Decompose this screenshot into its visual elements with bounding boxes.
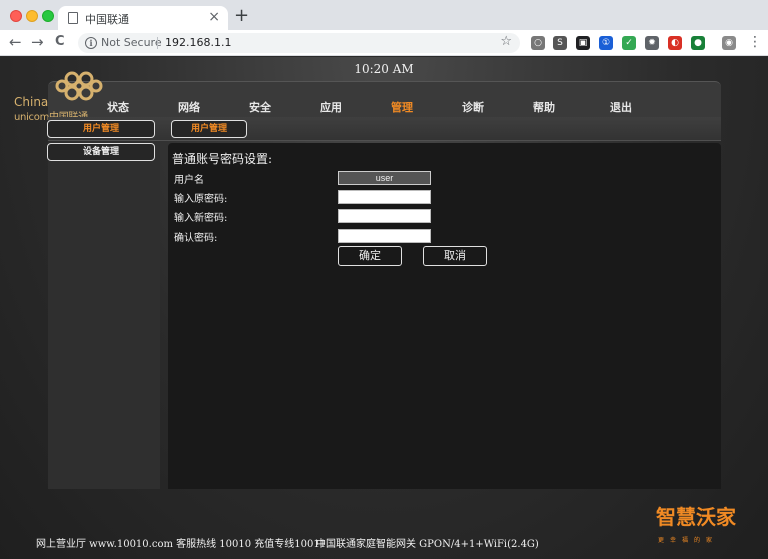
- username-label: 用户名: [174, 175, 204, 186]
- side-menu: [48, 141, 160, 489]
- footer-service-info: 网上营业厅 www.10010.com 客服热线 10010 充值专线10011: [36, 539, 327, 550]
- page-icon: [68, 12, 78, 24]
- extension-shield-icon[interactable]: ✓: [622, 36, 636, 50]
- extension-s-icon[interactable]: S: [553, 36, 567, 50]
- menu-item-logout[interactable]: 退出: [591, 99, 651, 115]
- menu-item-management[interactable]: 管理: [372, 99, 432, 115]
- sub-tab-user-management[interactable]: 用户管理: [171, 120, 247, 138]
- extension-green-icon[interactable]: ●: [691, 36, 705, 50]
- menu-item-diagnostics[interactable]: 诊断: [443, 99, 503, 115]
- browser-tab[interactable]: 中国联通 ×: [58, 6, 228, 30]
- browser-toolbar: ← → C i Not Secure 192.168.1.1 ☆ ○ S ▣ ① ✓ ✹ ◐…: [0, 30, 768, 56]
- old-password-label: 输入原密码:: [174, 194, 228, 205]
- browser-menu-icon[interactable]: ⋮: [748, 34, 762, 50]
- minimize-window-button[interactable]: [26, 10, 38, 22]
- menu-item-application[interactable]: 应用: [301, 99, 361, 115]
- new-password-label: 输入新密码:: [174, 213, 228, 224]
- divider: [157, 37, 158, 49]
- unicom-knot-icon: [55, 71, 103, 101]
- extension-red-icon[interactable]: ◐: [668, 36, 682, 50]
- router-page: 10:20 AM 状态网络安全应用管理诊断帮助退出 China unicom中国…: [0, 57, 768, 559]
- old-password-input[interactable]: [338, 190, 431, 204]
- info-icon[interactable]: i: [85, 37, 97, 49]
- clock: 10:20 AM: [354, 62, 414, 76]
- form-title: 普通账号密码设置:: [172, 152, 273, 166]
- menu-item-network[interactable]: 网络: [159, 99, 219, 115]
- ok-button[interactable]: 确定: [338, 246, 402, 266]
- back-button[interactable]: ←: [9, 33, 22, 51]
- footer-device-info: 中国联通家庭智能网关 GPON/4+1+WiFi(2.4G): [316, 539, 539, 550]
- confirm-password-input[interactable]: [338, 229, 431, 243]
- content-panel: 普通账号密码设置: 用户名 user 输入原密码: 输入新密码: 确认密码: 确…: [168, 143, 721, 489]
- new-password-input[interactable]: [338, 209, 431, 223]
- side-item-device-management[interactable]: 设备管理: [47, 143, 155, 161]
- confirm-password-label: 确认密码:: [174, 233, 218, 244]
- menu-item-security[interactable]: 安全: [230, 99, 290, 115]
- close-window-button[interactable]: [10, 10, 22, 22]
- extension-1password-icon[interactable]: ①: [599, 36, 613, 50]
- cancel-button[interactable]: 取消: [423, 246, 487, 266]
- extension-gear-icon[interactable]: ✹: [645, 36, 659, 50]
- china-unicom-logo: China unicom中国联通: [12, 69, 112, 123]
- menu-item-help[interactable]: 帮助: [514, 99, 574, 115]
- side-item-user-management[interactable]: 用户管理: [47, 120, 155, 138]
- wojia-brand-logo: 智慧沃家 更幸福的家: [656, 501, 748, 547]
- brand-slogan: 更幸福的家: [658, 537, 719, 544]
- extension-circle-icon[interactable]: ○: [531, 36, 545, 50]
- tab-close-icon[interactable]: ×: [208, 9, 220, 25]
- extension-square-icon[interactable]: ▣: [576, 36, 590, 50]
- bookmark-star-icon[interactable]: ☆: [500, 34, 512, 49]
- reload-button[interactable]: C: [55, 33, 65, 51]
- new-tab-button[interactable]: +: [234, 6, 249, 26]
- tab-title: 中国联通: [85, 13, 129, 26]
- profile-avatar-icon[interactable]: ◉: [722, 36, 736, 50]
- main-menu: 状态 网络 安全 应用 管理 诊断 帮助 退出: [48, 81, 721, 117]
- username-field: user: [338, 171, 431, 185]
- forward-button[interactable]: →: [31, 33, 44, 51]
- security-indicator[interactable]: Not Secure: [101, 36, 162, 49]
- logo-text-china: China: [14, 95, 49, 109]
- maximize-window-button[interactable]: [42, 10, 54, 22]
- brand-name: 智慧沃家: [656, 505, 736, 529]
- browser-tabstrip: 中国联通 × +: [0, 0, 768, 30]
- url-text[interactable]: 192.168.1.1: [165, 36, 231, 49]
- address-bar[interactable]: i Not Secure 192.168.1.1 ☆: [78, 33, 520, 53]
